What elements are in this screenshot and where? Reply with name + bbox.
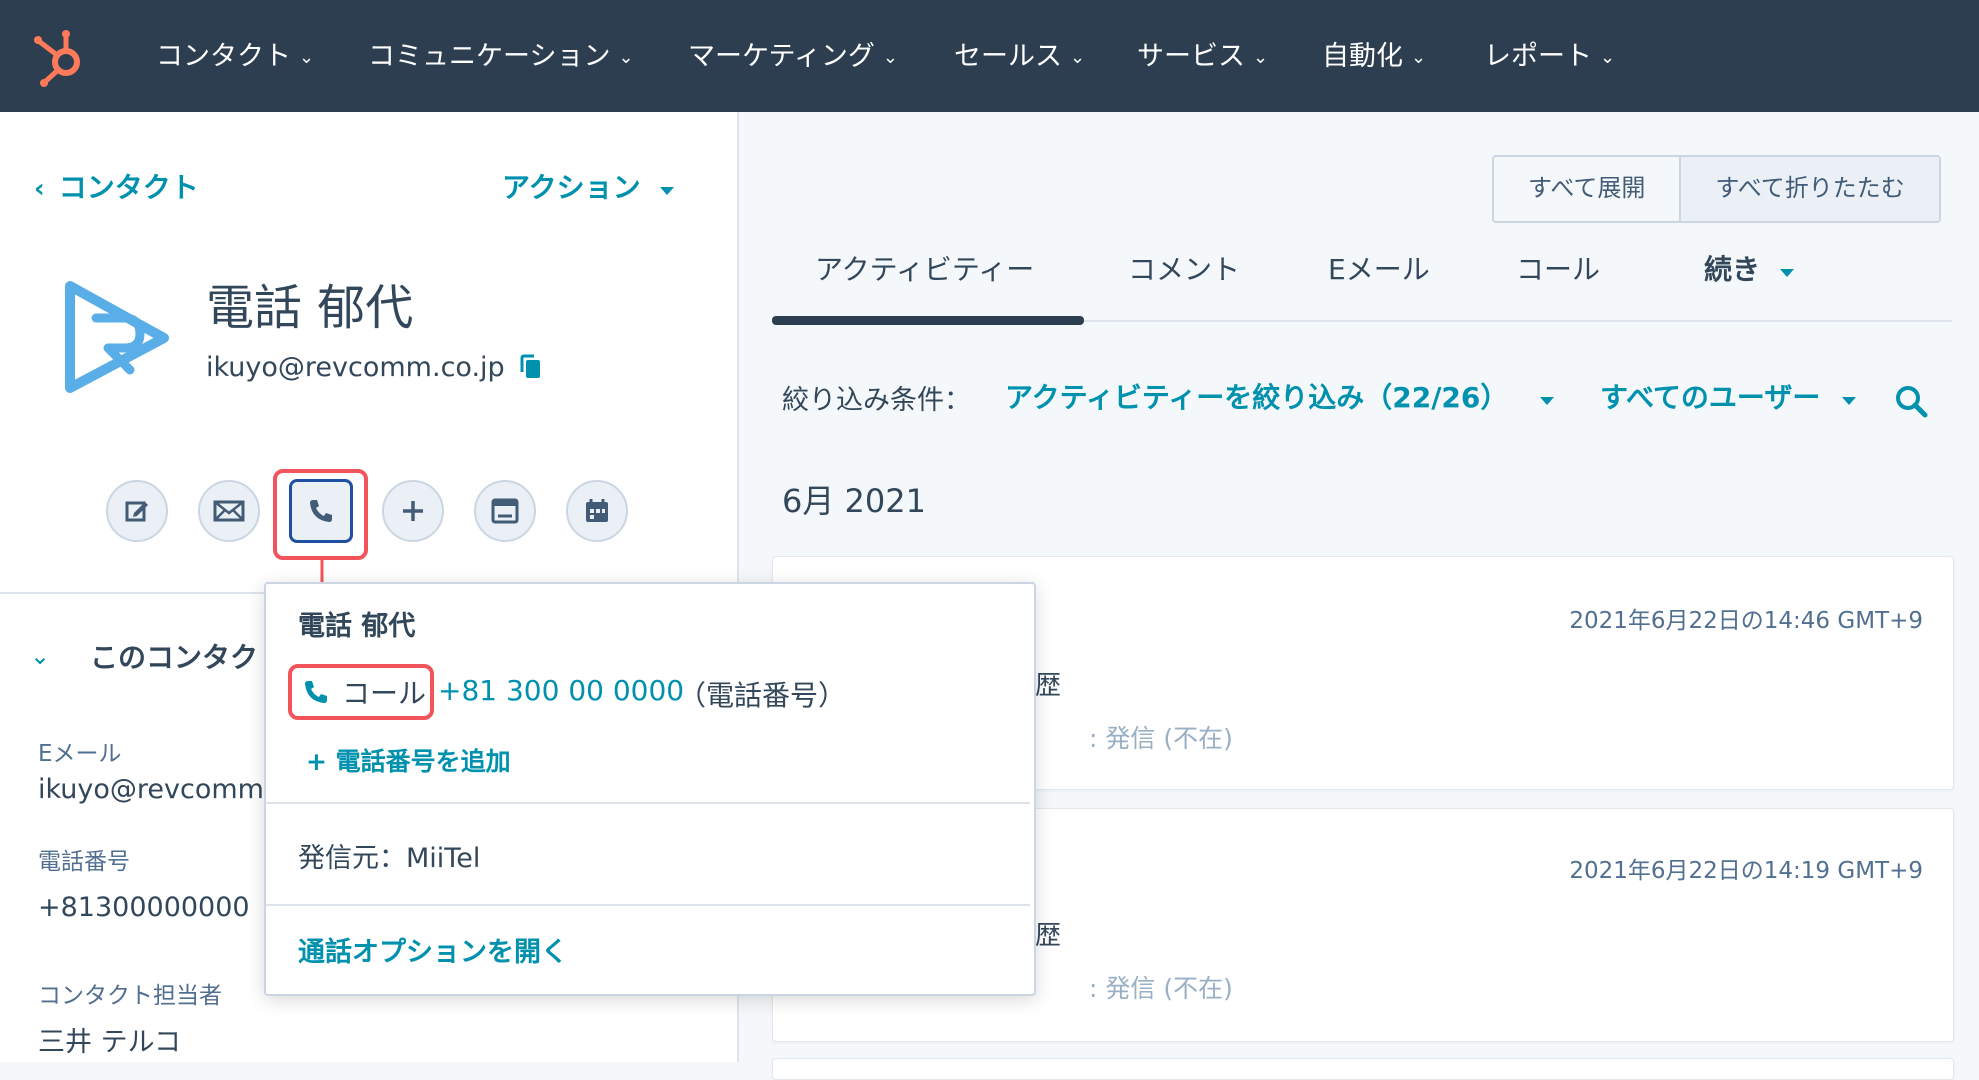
chevron-down-icon: ⌄ [618,47,634,68]
chevron-down-icon: ⌄ [1070,47,1086,68]
plus-icon [403,501,423,521]
dropdown-contact-name: 電話 郁代 [298,611,416,642]
chevron-down-icon: ⌄ [1600,47,1616,68]
field-value-owner[interactable]: 三井 テルコ [38,1020,181,1059]
add-button[interactable] [382,480,444,542]
email-button[interactable] [198,480,260,542]
chevron-left-icon: ‹ [34,174,45,204]
activity-timestamp: 2021年6月22日の14:46 GMT+9 [1569,608,1923,634]
collapse-all-button[interactable]: すべて折りたたむ [1679,157,1939,221]
field-value-phone[interactable]: +81300000000 [38,892,250,923]
tab-activity[interactable]: アクティビティー [815,248,1034,288]
chevron-down-icon[interactable]: ⌄ [30,642,50,670]
nav-contacts[interactable]: コンタクト ⌄ [156,34,314,73]
hubspot-logo-icon[interactable] [30,26,92,88]
search-icon[interactable] [1894,384,1928,418]
window-icon [491,498,519,524]
nav-marketing[interactable]: マーケティング ⌄ [688,34,898,73]
envelope-icon [213,500,245,522]
activity-status: : 発信 (不在) [1089,974,1233,1003]
tab-calls[interactable]: コール [1516,248,1600,288]
open-call-options-link[interactable]: 通話オプションを開く [298,930,568,969]
caret-down-icon [660,187,675,195]
phone-icon [305,681,327,703]
caret-down-icon [1540,397,1555,405]
back-to-contacts-link[interactable]: ‹ コンタクト [34,166,199,206]
call-button[interactable] [289,479,353,543]
calendar-icon [586,499,608,522]
activity-title-fragment: 歴 [1035,921,1062,951]
nav-reports[interactable]: レポート ⌄ [1484,34,1615,73]
user-filter-dropdown[interactable]: すべてのユーザー [1600,376,1858,416]
tab-email[interactable]: Eメール [1328,248,1430,288]
chevron-down-icon: ⌄ [299,47,315,68]
copy-icon[interactable] [520,354,542,380]
call-dropdown: 電話 郁代 コール +81 300 00 0000 （電話番号） + 電話番号を… [264,582,1036,996]
expand-collapse-group: すべて展開 すべて折りたたむ [1492,155,1941,223]
about-section-title[interactable]: このコンタク [90,636,258,676]
field-label-email: Eメール [38,741,122,767]
activity-card[interactable] [772,1058,1954,1080]
nav-sales[interactable]: セールス ⌄ [954,34,1085,73]
caret-down-icon [1842,397,1857,405]
top-navigation: コンタクト ⌄ コミュニケーション ⌄ マーケティング ⌄ セールス ⌄ サービス ⌄ 自… [0,0,1979,112]
edit-icon [125,501,148,522]
call-phone-number[interactable]: +81 300 00 0000 [438,674,684,707]
caller-source[interactable]: 発信元：MiiTel [298,836,480,875]
contact-name: 電話 郁代 [206,280,414,336]
chevron-down-icon: ⌄ [1411,47,1427,68]
nav-automation[interactable]: 自動化 ⌄ [1322,34,1426,73]
phone-icon [310,500,332,522]
caret-down-icon [1779,269,1794,277]
log-activity-button[interactable] [474,480,536,542]
field-label-phone: 電話番号 [38,849,130,875]
activity-status: : 発信 (不在) [1089,724,1233,753]
activity-timestamp: 2021年6月22日の14:19 GMT+9 [1569,858,1923,884]
chevron-down-icon: ⌄ [1253,47,1269,68]
chevron-down-icon: ⌄ [882,47,898,68]
meeting-button[interactable] [566,480,628,542]
field-label-owner: コンタクト担当者 [38,983,222,1009]
nav-communication[interactable]: コミュニケーション ⌄ [368,34,634,73]
nav-service[interactable]: サービス ⌄ [1137,34,1268,73]
contact-email: ikuyo@revcomm.co.jp [206,352,505,383]
field-value-email[interactable]: ikuyo@revcomm. [38,774,273,805]
activity-title-fragment: 歴 [1035,671,1062,701]
add-phone-link[interactable]: + 電話番号を追加 [306,742,511,778]
phone-type-label: （電話番号） [678,679,847,712]
month-header: 6月 2021 [782,482,926,520]
dropdown-divider [266,802,1030,804]
revcomm-logo-icon [65,281,169,393]
dropdown-divider [266,904,1030,906]
tab-comments[interactable]: コメント [1128,248,1240,288]
call-option-label[interactable]: コール [342,672,426,712]
active-tab-indicator [772,316,1084,325]
activity-filter-dropdown[interactable]: アクティビティーを絞り込み（22/26） [1005,376,1556,416]
expand-all-button[interactable]: すべて展開 [1494,157,1679,221]
actions-dropdown[interactable]: アクション [502,166,676,206]
note-button[interactable] [106,480,168,542]
filter-label: 絞り込み条件： [782,385,971,416]
tab-more[interactable]: 続き [1704,248,1796,288]
